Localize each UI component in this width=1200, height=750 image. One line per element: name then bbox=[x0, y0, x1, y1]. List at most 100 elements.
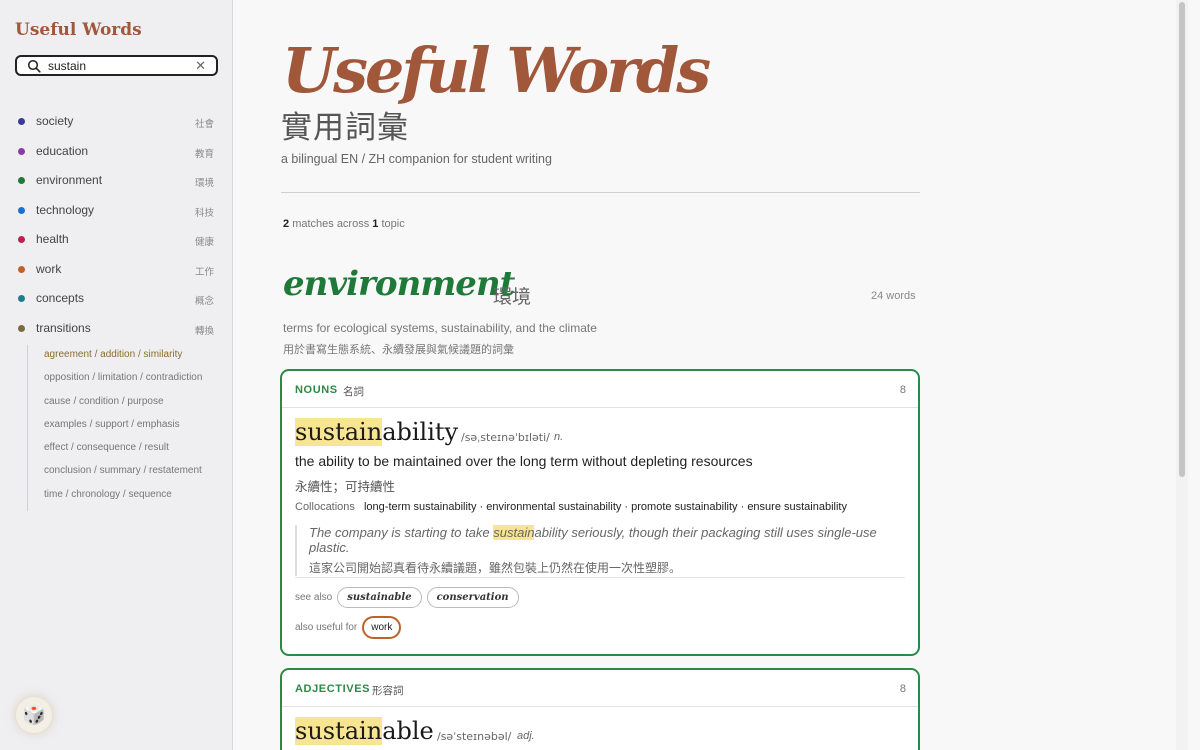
pos-label: NOUNS bbox=[295, 384, 338, 396]
sidebar-item-education[interactable]: education 教育 bbox=[0, 141, 233, 171]
topic-chip-work[interactable]: work bbox=[362, 616, 402, 639]
topic-label: health bbox=[36, 232, 69, 246]
main-content: Useful Words 實用詞彙 a bilingual EN / ZH co… bbox=[234, 0, 1188, 750]
example-zh: 這家公司開始認真看待永續議題，雖然包裝上仍然在使用一次性塑膠。 bbox=[309, 561, 682, 575]
card-header: NOUNS 名詞 8 bbox=[282, 371, 918, 408]
page-subtitle: a bilingual EN / ZH companion for studen… bbox=[281, 152, 552, 166]
subtopic-item[interactable]: conclusion / summary / restatement bbox=[28, 464, 227, 487]
sidebar-item-environment[interactable]: environment 環境 bbox=[0, 170, 233, 200]
topic-dot-icon bbox=[18, 324, 25, 332]
sidebar: Useful Words ✕ society 社會 education 教育 e… bbox=[0, 0, 233, 750]
topic-label-zh: 社會 bbox=[194, 119, 214, 130]
collocations-list: long-term sustainability · environmental… bbox=[363, 501, 847, 513]
section-description-zh: 用於書寫生態系統、永續發展與氣候議題的詞彙 bbox=[283, 344, 514, 356]
topic-dot-icon bbox=[18, 177, 25, 184]
topic-label: education bbox=[36, 143, 89, 158]
headword-rest: able bbox=[382, 717, 434, 745]
clear-icon[interactable]: ✕ bbox=[195, 58, 206, 74]
pos-label-zh: 名詞 bbox=[343, 386, 364, 398]
match-count: 2 bbox=[283, 218, 290, 230]
headword-highlight: sustain bbox=[295, 717, 383, 745]
section-description: terms for ecological systems, sustainabi… bbox=[283, 321, 597, 335]
topic-label-zh: 健康 bbox=[194, 237, 214, 248]
definition-zh: 永續性；可持續性 bbox=[295, 480, 396, 494]
sidebar-item-technology[interactable]: technology 科技 bbox=[0, 200, 233, 230]
headword: sustainability bbox=[295, 418, 458, 446]
scrollbar-thumb[interactable] bbox=[1179, 2, 1185, 477]
page-title: Useful Words bbox=[282, 34, 711, 107]
see-also-label: see also bbox=[295, 592, 333, 603]
subtopic-item[interactable]: effect / consequence / result bbox=[28, 441, 227, 464]
topic-label: technology bbox=[36, 202, 95, 217]
section-word-count: 24 words bbox=[871, 290, 916, 302]
see-also-chip[interactable]: sustainable bbox=[337, 587, 422, 608]
topic-label-zh: 教育 bbox=[194, 148, 214, 160]
see-also: see also sustainable conservation bbox=[295, 587, 519, 608]
search-icon bbox=[27, 59, 41, 73]
matches-text: matches across bbox=[292, 218, 370, 230]
sidebar-item-health[interactable]: health 健康 bbox=[0, 229, 233, 259]
sidebar-brand[interactable]: Useful Words bbox=[15, 20, 142, 40]
subtopic-list: agreement / addition / similarity opposi… bbox=[27, 345, 227, 512]
example-sentence: The company is starting to take sustaina… bbox=[295, 525, 905, 576]
card-divider bbox=[295, 577, 905, 578]
topic-dot-icon bbox=[18, 236, 25, 243]
topic-dot-icon bbox=[18, 295, 25, 302]
sidebar-item-work[interactable]: work 工作 bbox=[0, 259, 233, 289]
part-of-speech: n. bbox=[554, 431, 564, 443]
nouns-card: NOUNS 名詞 8 sustainability /səˌsteɪnəˈbɪl… bbox=[280, 369, 920, 656]
divider bbox=[281, 192, 920, 193]
card-count: 8 bbox=[899, 384, 906, 396]
topic-dot-icon bbox=[18, 265, 25, 273]
subtopic-item[interactable]: agreement / addition / similarity bbox=[28, 348, 227, 371]
pos-label-zh: 形容詞 bbox=[372, 685, 404, 697]
topic-count: 1 bbox=[372, 218, 379, 230]
topic-label: concepts bbox=[36, 291, 85, 305]
collocations-label: Collocations bbox=[295, 501, 355, 513]
section-title-zh: 環境 bbox=[493, 286, 532, 308]
section-title: environment bbox=[283, 264, 515, 304]
example-en: The company is starting to take sustaina… bbox=[309, 525, 905, 555]
match-summary: 2 matches across 1 topic bbox=[283, 218, 405, 230]
topic-label: transitions bbox=[36, 320, 91, 335]
topic-dot-icon bbox=[18, 147, 25, 155]
topic-label-zh: 科技 bbox=[194, 207, 214, 219]
example-text-before: The company is starting to take bbox=[309, 525, 494, 540]
pronunciation: /səˈsteɪnəbəl/ bbox=[437, 730, 512, 743]
adjectives-card: ADJECTIVES 形容詞 8 sustainable /səˈsteɪnəb… bbox=[280, 668, 920, 750]
definition: the ability to be maintained over the lo… bbox=[295, 453, 753, 469]
topic-dot-icon bbox=[18, 118, 25, 125]
subtopic-item[interactable]: examples / support / emphasis bbox=[28, 418, 227, 441]
also-useful-for: also useful for work bbox=[295, 616, 402, 639]
page-title-zh: 實用詞彙 bbox=[281, 110, 409, 146]
card-count: 8 bbox=[899, 683, 906, 695]
pos-label: ADJECTIVES bbox=[295, 683, 371, 695]
subtopic-item[interactable]: cause / condition / purpose bbox=[28, 395, 227, 418]
random-dice-button[interactable]: 🎲 bbox=[16, 697, 52, 733]
topic-label-zh: 轉換 bbox=[194, 325, 214, 337]
headword-rest: ability bbox=[382, 418, 459, 446]
topic-label-zh: 工作 bbox=[194, 266, 214, 278]
topic-label: society bbox=[36, 114, 74, 128]
sidebar-item-concepts[interactable]: concepts 概念 bbox=[0, 288, 233, 318]
pronunciation: /səˌsteɪnəˈbɪləti/ bbox=[461, 431, 550, 444]
topic-list: society 社會 education 教育 environment 環境 t… bbox=[0, 111, 233, 347]
topic-label-zh: 概念 bbox=[194, 296, 214, 307]
topic-dot-icon bbox=[18, 206, 25, 214]
see-also-chip[interactable]: conservation bbox=[426, 587, 519, 608]
part-of-speech: adj. bbox=[517, 730, 535, 742]
headword: sustainable bbox=[295, 717, 434, 745]
subtopic-item[interactable]: time / chronology / sequence bbox=[28, 488, 227, 511]
subtopic-item[interactable]: opposition / limitation / contradiction bbox=[28, 371, 227, 394]
scrollbar[interactable] bbox=[1176, 0, 1188, 750]
search-input[interactable] bbox=[48, 58, 188, 73]
dice-icon: 🎲 bbox=[22, 705, 46, 726]
topic-label: work bbox=[36, 261, 62, 276]
topic-label-zh: 環境 bbox=[194, 178, 214, 189]
topic-label: environment bbox=[36, 173, 103, 187]
search-box[interactable]: ✕ bbox=[15, 55, 218, 76]
sidebar-item-transitions[interactable]: transitions 轉換 bbox=[0, 318, 233, 348]
sidebar-item-society[interactable]: society 社會 bbox=[0, 111, 233, 141]
collocations: Collocations long-term sustainability · … bbox=[295, 501, 847, 513]
example-highlight: sustain bbox=[493, 525, 535, 540]
